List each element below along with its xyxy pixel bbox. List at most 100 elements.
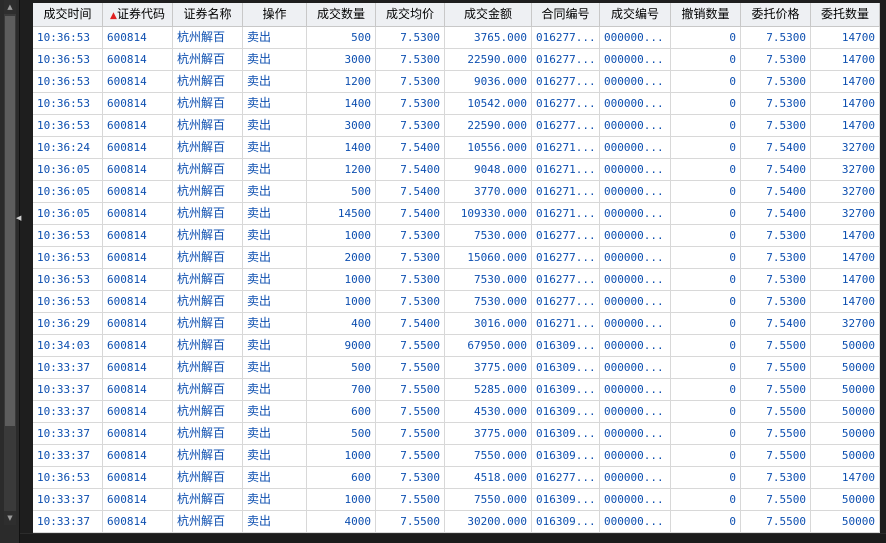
header-operation[interactable]: 操作 — [243, 3, 307, 27]
cell-contract-no: 016309... — [532, 423, 600, 445]
collapse-panel-icon[interactable]: ◀ — [16, 212, 22, 224]
table-row[interactable]: 10:36:53 600814 杭州解百 卖出 3000 7.5300 22590.000 0… — [33, 115, 880, 137]
cell-operation: 卖出 — [243, 291, 307, 313]
cell-operation: 卖出 — [243, 511, 307, 533]
cell-order-price: 7.5300 — [741, 49, 811, 71]
table-row[interactable]: 10:36:53 600814 杭州解百 卖出 1000 7.5300 7530.000 01… — [33, 269, 880, 291]
cell-trade-qty: 600 — [307, 401, 376, 423]
cell-order-qty: 50000 — [811, 357, 880, 379]
cell-cancel-qty: 0 — [671, 159, 741, 181]
horizontal-scroll-area[interactable] — [20, 533, 886, 543]
table-row[interactable]: 10:36:24 600814 杭州解百 卖出 1400 7.5400 10556.000 0… — [33, 137, 880, 159]
cell-trade-qty: 500 — [307, 27, 376, 49]
cell-avg-price: 7.5300 — [376, 27, 445, 49]
table-row[interactable]: 10:34:03 600814 杭州解百 卖出 9000 7.5500 67950.000 0… — [33, 335, 880, 357]
cell-trade-qty: 600 — [307, 467, 376, 489]
cell-cancel-qty: 0 — [671, 511, 741, 533]
cell-trade-no: 000000... — [600, 467, 671, 489]
cell-trade-amount: 5285.000 — [445, 379, 532, 401]
header-cancel-qty[interactable]: 撤销数量 — [671, 3, 741, 27]
cell-trade-time: 10:33:37 — [33, 357, 103, 379]
header-trade-qty[interactable]: 成交数量 — [307, 3, 376, 27]
cell-contract-no: 016271... — [532, 313, 600, 335]
header-trade-amount[interactable]: 成交金额 — [445, 3, 532, 27]
cell-order-qty: 14700 — [811, 93, 880, 115]
cell-trade-time: 10:36:53 — [33, 225, 103, 247]
header-security-name[interactable]: 证券名称 — [173, 3, 243, 27]
scrollbar-thumb[interactable] — [5, 16, 15, 426]
header-avg-price[interactable]: 成交均价 — [376, 3, 445, 27]
table-row[interactable]: 10:36:53 600814 杭州解百 卖出 3000 7.5300 22590.000 0… — [33, 49, 880, 71]
table-row[interactable]: 10:36:53 600814 杭州解百 卖出 500 7.5300 3765.000 016… — [33, 27, 880, 49]
cell-contract-no: 016309... — [532, 511, 600, 533]
cell-operation: 卖出 — [243, 115, 307, 137]
table-row[interactable]: 10:33:37 600814 杭州解百 卖出 500 7.5500 3775.000 016… — [33, 357, 880, 379]
table-row[interactable]: 10:33:37 600814 杭州解百 卖出 1000 7.5500 7550.000 01… — [33, 445, 880, 467]
cell-trade-amount: 22590.000 — [445, 49, 532, 71]
cell-avg-price: 7.5500 — [376, 401, 445, 423]
cell-avg-price: 7.5300 — [376, 291, 445, 313]
header-order-price[interactable]: 委托价格 — [741, 3, 811, 27]
cell-security-name: 杭州解百 — [173, 291, 243, 313]
cell-order-qty: 50000 — [811, 511, 880, 533]
cell-cancel-qty: 0 — [671, 401, 741, 423]
header-trade-no[interactable]: 成交编号 — [600, 3, 671, 27]
cell-order-qty: 32700 — [811, 313, 880, 335]
cell-trade-time: 10:36:24 — [33, 137, 103, 159]
cell-security-code: 600814 — [103, 137, 173, 159]
header-security-code[interactable]: ▲证券代码 — [103, 3, 173, 27]
scroll-up-icon[interactable]: ▲ — [4, 0, 16, 14]
cell-security-code: 600814 — [103, 49, 173, 71]
cell-order-price: 7.5500 — [741, 357, 811, 379]
cell-cancel-qty: 0 — [671, 115, 741, 137]
table-row[interactable]: 10:36:29 600814 杭州解百 卖出 400 7.5400 3016.000 016… — [33, 313, 880, 335]
vertical-scrollbar[interactable] — [4, 0, 16, 525]
cell-contract-no: 016277... — [532, 247, 600, 269]
scroll-down-icon[interactable]: ▼ — [4, 511, 16, 525]
cell-security-name: 杭州解百 — [173, 93, 243, 115]
cell-order-qty: 14700 — [811, 467, 880, 489]
table-row[interactable]: 10:36:05 600814 杭州解百 卖出 500 7.5400 3770.000 016… — [33, 181, 880, 203]
table-row[interactable]: 10:33:37 600814 杭州解百 卖出 1000 7.5500 7550.000 01… — [33, 489, 880, 511]
cell-trade-time: 10:36:53 — [33, 49, 103, 71]
cell-trade-amount: 3775.000 — [445, 357, 532, 379]
cell-operation: 卖出 — [243, 423, 307, 445]
cell-order-qty: 50000 — [811, 489, 880, 511]
cell-order-qty: 32700 — [811, 181, 880, 203]
cell-operation: 卖出 — [243, 467, 307, 489]
cell-avg-price: 7.5300 — [376, 269, 445, 291]
header-order-qty[interactable]: 委托数量 — [811, 3, 880, 27]
cell-order-qty: 50000 — [811, 401, 880, 423]
cell-trade-no: 000000... — [600, 401, 671, 423]
table-row[interactable]: 10:36:05 600814 杭州解百 卖出 1200 7.5400 9048.000 01… — [33, 159, 880, 181]
cell-contract-no: 016277... — [532, 27, 600, 49]
cell-trade-qty: 400 — [307, 313, 376, 335]
table-row[interactable]: 10:36:05 600814 杭州解百 卖出 14500 7.5400 109330.00… — [33, 203, 880, 225]
cell-trade-qty: 9000 — [307, 335, 376, 357]
cell-cancel-qty: 0 — [671, 269, 741, 291]
table-row[interactable]: 10:36:53 600814 杭州解百 卖出 1200 7.5300 9036.000 01… — [33, 71, 880, 93]
cell-contract-no: 016309... — [532, 379, 600, 401]
cell-security-code: 600814 — [103, 423, 173, 445]
cell-operation: 卖出 — [243, 445, 307, 467]
cell-contract-no: 016277... — [532, 269, 600, 291]
table-row[interactable]: 10:33:37 600814 杭州解百 卖出 4000 7.5500 30200.000 0… — [33, 511, 880, 533]
table-row[interactable]: 10:36:53 600814 杭州解百 卖出 600 7.5300 4518.000 016… — [33, 467, 880, 489]
table-row[interactable]: 10:36:53 600814 杭州解百 卖出 1400 7.5300 10542.000 0… — [33, 93, 880, 115]
cell-trade-amount: 7550.000 — [445, 489, 532, 511]
table-row[interactable]: 10:33:37 600814 杭州解百 卖出 500 7.5500 3775.000 016… — [33, 423, 880, 445]
header-trade-time[interactable]: 成交时间 — [33, 3, 103, 27]
table-row[interactable]: 10:36:53 600814 杭州解百 卖出 2000 7.5300 15060.000 0… — [33, 247, 880, 269]
table-row[interactable]: 10:36:53 600814 杭州解百 卖出 1000 7.5300 7530.000 01… — [33, 291, 880, 313]
cell-trade-no: 000000... — [600, 203, 671, 225]
cell-trade-no: 000000... — [600, 137, 671, 159]
cell-cancel-qty: 0 — [671, 335, 741, 357]
cell-avg-price: 7.5400 — [376, 313, 445, 335]
cell-trade-no: 000000... — [600, 49, 671, 71]
table-row[interactable]: 10:36:53 600814 杭州解百 卖出 1000 7.5300 7530.000 01… — [33, 225, 880, 247]
cell-order-qty: 14700 — [811, 27, 880, 49]
table-row[interactable]: 10:33:37 600814 杭州解百 卖出 700 7.5500 5285.000 016… — [33, 379, 880, 401]
table-row[interactable]: 10:33:37 600814 杭州解百 卖出 600 7.5500 4530.000 016… — [33, 401, 880, 423]
header-contract-no[interactable]: 合同编号 — [532, 3, 600, 27]
cell-trade-amount: 15060.000 — [445, 247, 532, 269]
